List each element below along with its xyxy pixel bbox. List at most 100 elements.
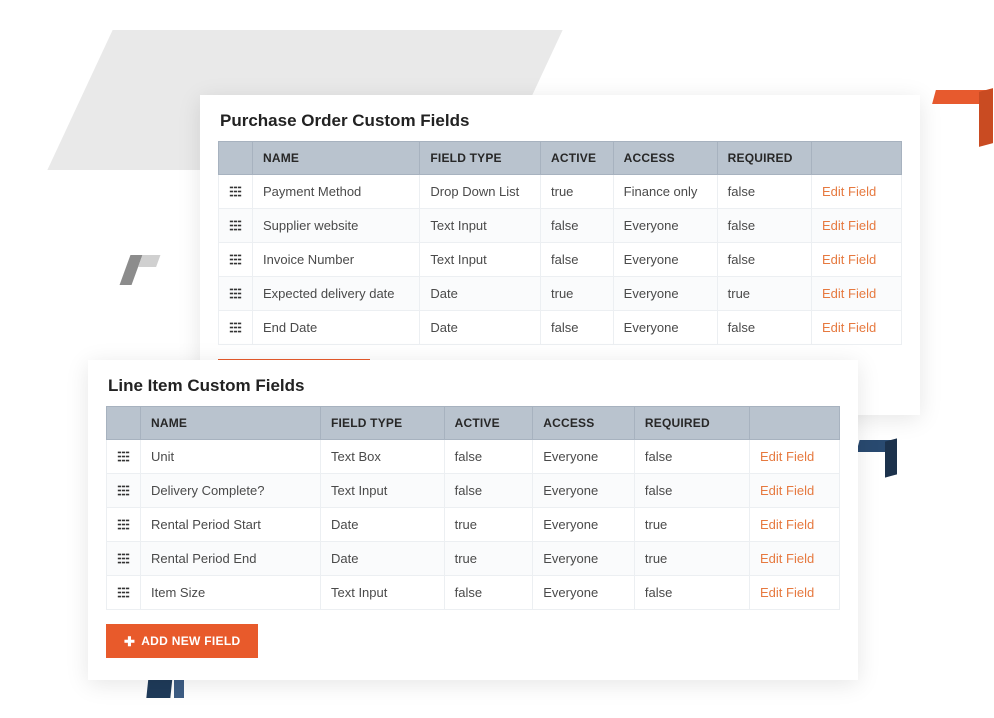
col-actions bbox=[750, 407, 840, 440]
cell-name: Rental Period End bbox=[141, 542, 321, 576]
edit-field-link[interactable]: Edit Field bbox=[812, 175, 902, 209]
cell-active: false bbox=[541, 311, 614, 345]
edit-field-link[interactable]: Edit Field bbox=[750, 440, 840, 474]
cell-access: Everyone bbox=[533, 576, 635, 610]
cell-access: Everyone bbox=[613, 311, 717, 345]
cell-field-type: Drop Down List bbox=[420, 175, 541, 209]
cell-active: false bbox=[541, 243, 614, 277]
cell-field-type: Text Input bbox=[320, 576, 444, 610]
cell-access: Everyone bbox=[533, 474, 635, 508]
cell-required: true bbox=[717, 277, 811, 311]
cell-field-type: Date bbox=[420, 311, 541, 345]
table-row: Payment MethodDrop Down ListtrueFinance … bbox=[219, 175, 902, 209]
col-field-type: FIELD TYPE bbox=[320, 407, 444, 440]
drag-handle[interactable] bbox=[107, 440, 141, 474]
table-row: Delivery Complete?Text Input falseEveryon… bbox=[107, 474, 840, 508]
po-fields-table: NAME FIELD TYPE ACTIVE ACCESS REQUIRED P… bbox=[218, 141, 902, 345]
drag-handle[interactable] bbox=[219, 209, 253, 243]
cell-field-type: Text Input bbox=[320, 474, 444, 508]
col-required: REQUIRED bbox=[717, 142, 811, 175]
cell-required: true bbox=[634, 508, 749, 542]
cell-field-type: Date bbox=[420, 277, 541, 311]
cell-access: Everyone bbox=[613, 209, 717, 243]
drag-handle-icon[interactable] bbox=[229, 253, 242, 266]
cell-field-type: Date bbox=[320, 542, 444, 576]
cell-active: true bbox=[444, 508, 533, 542]
table-row: Invoice NumberText InputfalseEveryonefal… bbox=[219, 243, 902, 277]
drag-handle[interactable] bbox=[107, 542, 141, 576]
drag-handle-icon[interactable] bbox=[229, 287, 242, 300]
edit-field-link[interactable]: Edit Field bbox=[812, 243, 902, 277]
drag-handle-icon[interactable] bbox=[117, 450, 130, 463]
drag-handle[interactable] bbox=[107, 474, 141, 508]
drag-handle[interactable] bbox=[107, 508, 141, 542]
add-btn-label: ADD NEW FIELD bbox=[141, 634, 240, 648]
cell-required: false bbox=[634, 440, 749, 474]
decor-shape-blue bbox=[858, 440, 894, 476]
cell-required: true bbox=[634, 542, 749, 576]
cell-required: false bbox=[717, 175, 811, 209]
drag-handle[interactable] bbox=[219, 311, 253, 345]
panel-title: Purchase Order Custom Fields bbox=[220, 111, 902, 131]
cell-required: false bbox=[634, 474, 749, 508]
col-name: NAME bbox=[141, 407, 321, 440]
cell-active: false bbox=[444, 576, 533, 610]
cell-access: Everyone bbox=[533, 440, 635, 474]
cell-name: Rental Period Start bbox=[141, 508, 321, 542]
edit-field-link[interactable]: Edit Field bbox=[750, 576, 840, 610]
drag-handle[interactable] bbox=[219, 277, 253, 311]
drag-handle[interactable] bbox=[107, 576, 141, 610]
drag-handle-icon[interactable] bbox=[117, 518, 130, 531]
panel-title: Line Item Custom Fields bbox=[108, 376, 840, 396]
cell-name: Expected delivery date bbox=[253, 277, 420, 311]
drag-handle[interactable] bbox=[219, 243, 253, 277]
line-item-custom-fields-panel: Line Item Custom Fields NAME FIELD TYPE … bbox=[88, 360, 858, 680]
edit-field-link[interactable]: Edit Field bbox=[812, 277, 902, 311]
col-drag bbox=[107, 407, 141, 440]
cell-field-type: Text Input bbox=[420, 209, 541, 243]
li-fields-table: NAME FIELD TYPE ACTIVE ACCESS REQUIRED U… bbox=[106, 406, 840, 610]
table-row: Expected delivery dateDatetrueEveryonetr… bbox=[219, 277, 902, 311]
cell-required: false bbox=[717, 243, 811, 277]
cell-active: true bbox=[541, 277, 614, 311]
cell-name: Unit bbox=[141, 440, 321, 474]
drag-handle-icon[interactable] bbox=[117, 586, 130, 599]
cell-access: Everyone bbox=[613, 243, 717, 277]
edit-field-link[interactable]: Edit Field bbox=[750, 508, 840, 542]
table-row: Item SizeText InputfalseEveryonefalseEdi… bbox=[107, 576, 840, 610]
col-required: REQUIRED bbox=[634, 407, 749, 440]
cell-name: Delivery Complete? bbox=[141, 474, 321, 508]
cell-access: Finance only bbox=[613, 175, 717, 209]
drag-handle[interactable] bbox=[219, 175, 253, 209]
cell-field-type: Text Input bbox=[420, 243, 541, 277]
cell-required: false bbox=[717, 311, 811, 345]
col-drag bbox=[219, 142, 253, 175]
drag-handle-icon[interactable] bbox=[229, 185, 242, 198]
drag-handle-icon[interactable] bbox=[229, 219, 242, 232]
drag-handle-icon[interactable] bbox=[117, 484, 130, 497]
cell-required: false bbox=[634, 576, 749, 610]
drag-handle-icon[interactable] bbox=[229, 321, 242, 334]
edit-field-link[interactable]: Edit Field bbox=[812, 209, 902, 243]
li-table-body: UnitText BoxfalseEveryonefalseEdit Field… bbox=[107, 440, 840, 610]
cell-access: Everyone bbox=[533, 542, 635, 576]
col-access: ACCESS bbox=[533, 407, 635, 440]
edit-field-link[interactable]: Edit Field bbox=[750, 542, 840, 576]
cell-active: true bbox=[541, 175, 614, 209]
cell-name: Invoice Number bbox=[253, 243, 420, 277]
col-access: ACCESS bbox=[613, 142, 717, 175]
cell-required: false bbox=[717, 209, 811, 243]
table-row: Supplier websiteText InputfalseEveryonef… bbox=[219, 209, 902, 243]
decor-shape-orange bbox=[934, 90, 989, 145]
cell-access: Everyone bbox=[533, 508, 635, 542]
edit-field-link[interactable]: Edit Field bbox=[812, 311, 902, 345]
drag-handle-icon[interactable] bbox=[117, 552, 130, 565]
plus-icon: ✚ bbox=[124, 635, 135, 648]
cell-name: End Date bbox=[253, 311, 420, 345]
cell-field-type: Text Box bbox=[320, 440, 444, 474]
cell-name: Supplier website bbox=[253, 209, 420, 243]
cell-active: true bbox=[444, 542, 533, 576]
add-new-field-button[interactable]: ✚ ADD NEW FIELD bbox=[106, 624, 258, 658]
col-actions bbox=[812, 142, 902, 175]
edit-field-link[interactable]: Edit Field bbox=[750, 474, 840, 508]
